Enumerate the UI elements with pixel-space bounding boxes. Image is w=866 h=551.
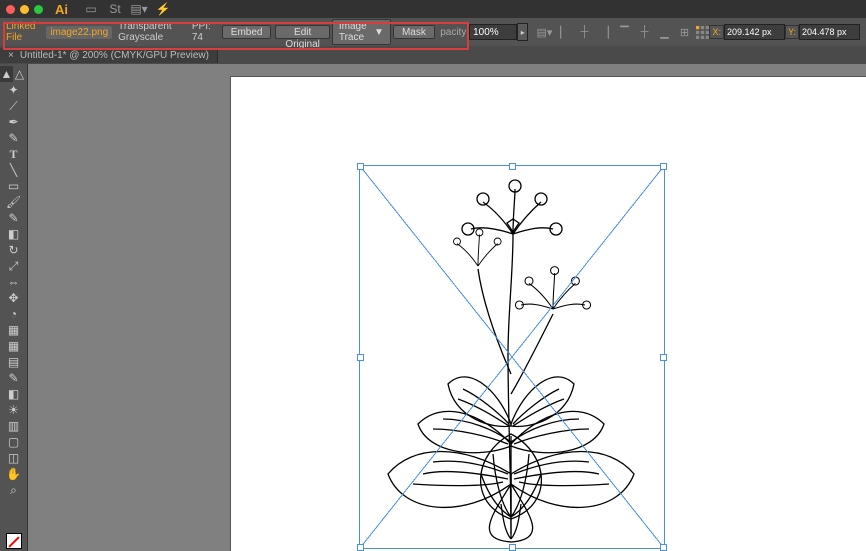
- edit-original-button[interactable]: Edit Original: [275, 25, 329, 39]
- artboard-tool[interactable]: ▢: [2, 434, 25, 450]
- scale-tool[interactable]: ⤢: [2, 258, 25, 274]
- y-coord-group: Y:: [785, 24, 860, 40]
- chevron-down-icon: ▼: [374, 27, 384, 38]
- type-tool[interactable]: T: [2, 146, 25, 162]
- opacity-input[interactable]: [469, 24, 517, 40]
- align-bottom-icon[interactable]: ▁: [656, 24, 672, 40]
- rectangle-tool[interactable]: ▭: [2, 178, 25, 194]
- canvas-area[interactable]: [28, 64, 866, 551]
- align-vcenter-icon[interactable]: ┼: [636, 24, 652, 40]
- selection-tool[interactable]: ▲: [0, 66, 13, 82]
- align-top-icon[interactable]: ▔: [616, 24, 632, 40]
- gradient-tool[interactable]: ▤: [2, 354, 25, 370]
- top-menu-bar: Ai ▭ St ▤▾ ⚡: [0, 0, 866, 18]
- opacity-dropdown[interactable]: ▸: [517, 23, 528, 41]
- symbol-sprayer-tool[interactable]: ☀: [2, 402, 25, 418]
- reference-point-icon[interactable]: [696, 26, 709, 39]
- shape-builder-tool[interactable]: ◔: [2, 306, 25, 322]
- bridge-icon[interactable]: ▭: [84, 2, 98, 16]
- transform-icon[interactable]: ⊞: [676, 24, 692, 40]
- direct-selection-tool[interactable]: △: [13, 66, 26, 82]
- window-controls: [6, 5, 43, 14]
- tools-panel: ▲ △ ✦ ⟋ ✒ ✎ T ╲ ▭ 🖌 ✎ ◧ ↻ ⤢ ⇔ ✥ ◔ ▦ ▦ ▤ …: [0, 64, 28, 551]
- colorspace-label: Transparent Grayscale: [118, 21, 186, 43]
- embed-button[interactable]: Embed: [222, 25, 272, 39]
- align-left-icon[interactable]: ▏: [556, 24, 572, 40]
- align-hcenter-icon[interactable]: ┼: [576, 24, 592, 40]
- eraser-tool[interactable]: ◧: [2, 226, 25, 242]
- y-input[interactable]: [799, 24, 860, 40]
- control-bar: Linked File image22.png Transparent Gray…: [0, 18, 866, 46]
- ppi-label: PPI: 74: [192, 21, 214, 43]
- magic-wand-tool[interactable]: ✦: [2, 82, 25, 98]
- lasso-tool[interactable]: ⟋: [2, 98, 25, 114]
- line-tool[interactable]: ╲: [2, 162, 25, 178]
- mask-button[interactable]: Mask: [393, 25, 435, 39]
- close-window-button[interactable]: [6, 5, 15, 14]
- y-label: Y:: [785, 25, 799, 39]
- arrange-icon[interactable]: ▤▾: [132, 2, 146, 16]
- minimize-window-button[interactable]: [20, 5, 29, 14]
- rotate-tool[interactable]: ↻: [2, 242, 25, 258]
- linked-file-label[interactable]: Linked File: [6, 21, 38, 43]
- app-logo: Ai: [55, 2, 68, 17]
- eyedropper-tool[interactable]: ✎: [2, 370, 25, 386]
- blend-tool[interactable]: ◧: [2, 386, 25, 402]
- hand-tool[interactable]: ✋: [2, 466, 25, 482]
- align-right-icon[interactable]: ▕: [596, 24, 612, 40]
- mesh-tool[interactable]: ▦: [2, 338, 25, 354]
- width-tool[interactable]: ⇔: [2, 274, 25, 290]
- gpu-icon[interactable]: ⚡: [156, 2, 170, 16]
- tab-title: Untitled-1* @ 200% (CMYK/GPU Preview): [20, 50, 209, 61]
- document-tab-bar: × Untitled-1* @ 200% (CMYK/GPU Preview): [0, 46, 866, 64]
- image-trace-dropdown[interactable]: Image Trace ▼: [332, 19, 391, 45]
- fill-color-swatch[interactable]: [6, 533, 22, 549]
- pencil-tool[interactable]: ✎: [2, 210, 25, 226]
- zoom-tool[interactable]: ⌕: [2, 482, 25, 498]
- image-trace-label: Image Trace: [339, 21, 372, 43]
- placed-image[interactable]: [363, 174, 659, 544]
- tab-close-icon[interactable]: ×: [8, 50, 14, 61]
- slice-tool[interactable]: ◫: [2, 450, 25, 466]
- free-transform-tool[interactable]: ✥: [2, 290, 25, 306]
- perspective-tool[interactable]: ▦: [2, 322, 25, 338]
- align-icons: ▤▾ ▏ ┼ ▕ ▔ ┼ ▁ ⊞: [536, 24, 709, 40]
- x-coord-group: X:: [709, 24, 785, 40]
- align-menu-icon[interactable]: ▤▾: [536, 24, 552, 40]
- filename-label: image22.png: [46, 26, 112, 39]
- main-area: ▲ △ ✦ ⟋ ✒ ✎ T ╲ ▭ 🖌 ✎ ◧ ↻ ⤢ ⇔ ✥ ◔ ▦ ▦ ▤ …: [0, 64, 866, 551]
- stock-icon[interactable]: St: [108, 2, 122, 16]
- topbar-icons: ▭ St ▤▾ ⚡: [84, 2, 170, 16]
- column-graph-tool[interactable]: ▥: [2, 418, 25, 434]
- curvature-tool[interactable]: ✎: [2, 130, 25, 146]
- opacity-label: pacity:: [440, 27, 469, 38]
- maximize-window-button[interactable]: [34, 5, 43, 14]
- paintbrush-tool[interactable]: 🖌: [2, 194, 25, 210]
- pen-tool[interactable]: ✒: [2, 114, 25, 130]
- document-tab[interactable]: × Untitled-1* @ 200% (CMYK/GPU Preview): [0, 48, 218, 63]
- x-label: X:: [709, 25, 724, 39]
- x-input[interactable]: [724, 24, 785, 40]
